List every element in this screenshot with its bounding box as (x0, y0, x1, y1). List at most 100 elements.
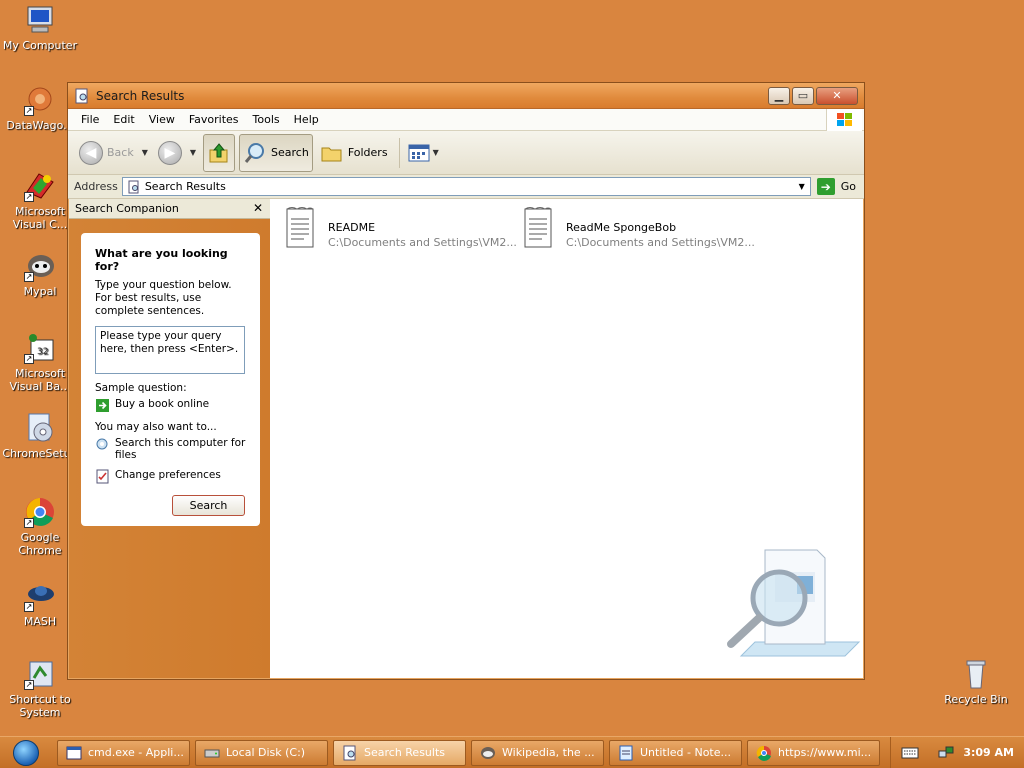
change-preferences-link[interactable]: Change preferences (95, 469, 246, 484)
taskbar-item-label: Local Disk (C:) (226, 746, 306, 759)
address-label: Address (74, 180, 118, 193)
address-bar: Address Search Results ▼ ➔ Go (68, 175, 864, 199)
taskbar-item-wikipedia[interactable]: Wikipedia, the ... (471, 739, 604, 766)
window-content: Search Companion ✕ What are you looking … (69, 199, 863, 678)
title-bar[interactable]: Search Results ▁ ▭ ✕ (68, 83, 864, 109)
chevron-down-icon[interactable]: ▼ (190, 148, 196, 157)
menu-tools[interactable]: Tools (246, 113, 287, 126)
desktop-icon-my-computer[interactable]: My Computer (2, 4, 78, 52)
preferences-icon (96, 469, 109, 484)
text-document-icon (524, 207, 552, 248)
network-icon[interactable] (937, 745, 955, 761)
search-label: Search (271, 146, 309, 159)
change-preferences-text: Change preferences (115, 469, 221, 481)
shortcut-arrow-icon: ↗ (24, 192, 34, 202)
drive-icon (204, 749, 220, 757)
visual-c-icon: ↗ (23, 170, 57, 202)
system-shortcut-icon: ↗ (23, 658, 57, 690)
address-field[interactable]: Search Results ▼ (121, 177, 811, 196)
sample-question-link[interactable]: Buy a book online (95, 398, 246, 413)
search-toolbar-button[interactable]: Search (239, 133, 313, 172)
back-arrow-icon: ◀ (79, 140, 103, 165)
chevron-down-icon[interactable]: ▼ (142, 148, 148, 157)
desktop-icon-label: Recycle Bin (944, 693, 1008, 706)
folders-button[interactable]: Folders (317, 134, 391, 172)
forward-button[interactable]: ▶ ▼ (155, 134, 199, 172)
search-results-icon (128, 180, 139, 193)
menu-bar: File Edit View Favorites Tools Help (68, 109, 864, 131)
file-item-readme[interactable]: README C:\Documents and Settings\VM2... (284, 205, 517, 249)
chrome-icon (756, 745, 771, 761)
search-companion-header: Search Companion ✕ (69, 199, 270, 219)
search-computer-link[interactable]: Search this computer for files (95, 437, 246, 461)
taskbar-item-search-results[interactable]: Search Results (333, 739, 466, 766)
notepad-icon (619, 745, 633, 760)
mypal-icon (481, 746, 495, 759)
sample-question-label: Sample question: (95, 382, 187, 394)
shortcut-arrow-icon: ↗ (24, 354, 34, 364)
minimize-button[interactable]: ▁ (768, 86, 790, 105)
taskbar-item-notepad[interactable]: Untitled - Note... (609, 739, 742, 766)
views-button[interactable]: ▼ (404, 134, 442, 172)
menu-view[interactable]: View (142, 113, 182, 126)
desktop-icon-label: My Computer (2, 39, 78, 52)
system-tray: 3:09 AM (890, 737, 1024, 768)
shortcut-arrow-icon: ↗ (24, 602, 34, 612)
mypal-icon: ↗ (23, 250, 57, 282)
window-title: Search Results (96, 88, 185, 103)
taskbar-item-label: Untitled - Note... (640, 746, 732, 759)
up-folder-button[interactable] (203, 133, 236, 172)
close-icon[interactable]: ✕ (253, 201, 263, 215)
taskbar-item-chrome[interactable]: https://www.mi... (747, 739, 880, 766)
search-results-icon (75, 88, 88, 103)
taskbar-item-label: cmd.exe - Appli... (88, 746, 184, 759)
keyboard-icon[interactable] (901, 746, 919, 760)
shortcut-arrow-icon: ↗ (24, 680, 34, 690)
back-button[interactable]: ◀ Back ▼ (76, 134, 151, 172)
cmd-icon (66, 746, 82, 759)
file-path: C:\Documents and Settings\VM2... (328, 236, 517, 249)
menu-file[interactable]: File (74, 113, 106, 126)
go-button[interactable]: ➔ Go (816, 178, 856, 195)
search-button[interactable]: Search (172, 495, 245, 516)
search-companion-panel: What are you looking for? Type your ques… (81, 233, 260, 526)
go-arrow-icon: ➔ (816, 178, 835, 195)
toolbar-separator (398, 137, 400, 168)
close-button[interactable]: ✕ (816, 86, 858, 105)
chevron-down-icon[interactable]: ▼ (433, 148, 439, 157)
taskbar-item-local-disk[interactable]: Local Disk (C:) (195, 739, 328, 766)
file-name: ReadMe SpongeBob (566, 221, 677, 234)
address-value: Search Results (144, 180, 226, 193)
query-input[interactable]: Please type your query here, then press … (95, 326, 245, 374)
file-path: C:\Documents and Settings\VM2... (566, 236, 755, 249)
toolbar: ◀ Back ▼ ▶ ▼ Search Folders ▼ (68, 131, 864, 175)
companion-description: Type your question below. For best resul… (95, 279, 232, 317)
shortcut-arrow-icon: ↗ (24, 518, 34, 528)
menu-help[interactable]: Help (287, 113, 326, 126)
windows-start-icon (13, 739, 39, 766)
taskbar-item-label: https://www.mi... (778, 746, 872, 759)
taskbar-item-label: Wikipedia, the ... (502, 746, 595, 759)
desktop-icon-recycle-bin[interactable]: Recycle Bin (938, 658, 1014, 706)
text-document-icon (286, 207, 314, 248)
chevron-down-icon[interactable]: ▼ (794, 178, 810, 195)
sample-question-text: Buy a book online (115, 398, 210, 410)
desktop-icon-label: Shortcut to System (9, 693, 71, 719)
search-computer-text: Search this computer for files (115, 437, 246, 461)
maximize-button[interactable]: ▭ (792, 86, 814, 105)
go-label: Go (840, 180, 856, 193)
menu-edit[interactable]: Edit (106, 113, 141, 126)
taskbar: cmd.exe - Appli... Local Disk (C:) Searc… (0, 736, 1024, 768)
file-item-readme-spongebob[interactable]: ReadMe SpongeBob C:\Documents and Settin… (522, 205, 755, 249)
folder-icon (321, 147, 342, 161)
clock[interactable]: 3:09 AM (963, 746, 1014, 759)
file-list: README C:\Documents and Settings\VM2... … (270, 199, 863, 678)
maximize-icon: ▭ (797, 89, 809, 102)
svg-text:32: 32 (37, 347, 48, 357)
start-button[interactable] (0, 737, 52, 768)
menu-favorites[interactable]: Favorites (182, 113, 246, 126)
search-results-window: Search Results ▁ ▭ ✕ File Edit View Favo… (67, 82, 865, 680)
taskbar-item-cmd[interactable]: cmd.exe - Appli... (57, 739, 190, 766)
companion-heading: What are you looking for? (95, 247, 228, 273)
shortcut-arrow-icon: ↗ (24, 272, 34, 282)
